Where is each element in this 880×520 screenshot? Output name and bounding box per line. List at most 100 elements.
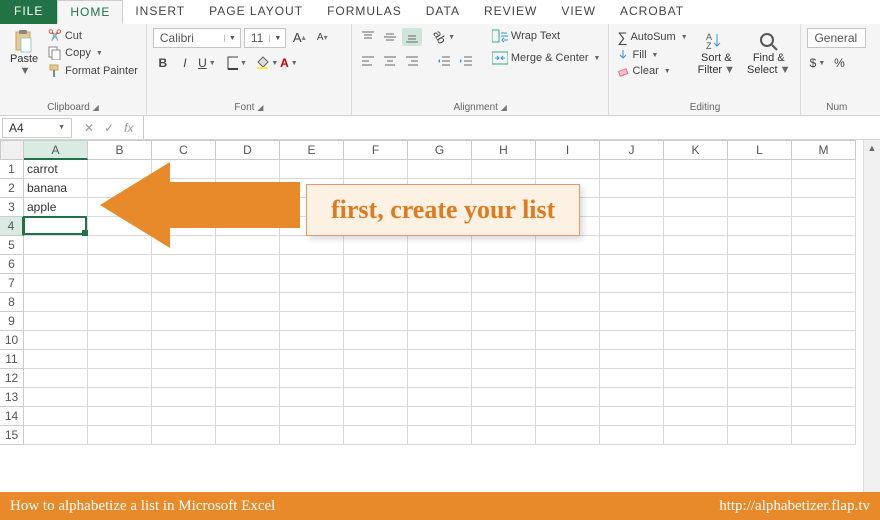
cell-H7[interactable] bbox=[472, 274, 536, 293]
cell-L14[interactable] bbox=[728, 407, 792, 426]
cell-B13[interactable] bbox=[88, 388, 152, 407]
cell-E10[interactable] bbox=[280, 331, 344, 350]
font-size-select[interactable]: 11▼ bbox=[244, 28, 286, 48]
cell-A3[interactable]: apple bbox=[24, 198, 88, 217]
cell-F13[interactable] bbox=[344, 388, 408, 407]
cell-K13[interactable] bbox=[664, 388, 728, 407]
cell-F14[interactable] bbox=[344, 407, 408, 426]
cell-M1[interactable] bbox=[792, 160, 856, 179]
cell-K8[interactable] bbox=[664, 293, 728, 312]
row-header-9[interactable]: 9 bbox=[0, 312, 24, 331]
fx-icon[interactable]: fx bbox=[124, 121, 133, 135]
currency-button[interactable]: $▼ bbox=[807, 54, 827, 72]
cell-A12[interactable] bbox=[24, 369, 88, 388]
cell-B9[interactable] bbox=[88, 312, 152, 331]
column-header-C[interactable]: C bbox=[152, 140, 216, 160]
cell-A15[interactable] bbox=[24, 426, 88, 445]
cell-H9[interactable] bbox=[472, 312, 536, 331]
cell-L1[interactable] bbox=[728, 160, 792, 179]
row-header-13[interactable]: 13 bbox=[0, 388, 24, 407]
font-name-select[interactable]: Calibri▼ bbox=[153, 28, 241, 48]
cell-H10[interactable] bbox=[472, 331, 536, 350]
cell-J2[interactable] bbox=[600, 179, 664, 198]
cell-J10[interactable] bbox=[600, 331, 664, 350]
cell-D10[interactable] bbox=[216, 331, 280, 350]
cell-K15[interactable] bbox=[664, 426, 728, 445]
decrease-indent-button[interactable] bbox=[434, 52, 454, 70]
cell-F7[interactable] bbox=[344, 274, 408, 293]
cell-I15[interactable] bbox=[536, 426, 600, 445]
grow-font-button[interactable]: A▴ bbox=[289, 28, 309, 46]
orientation-button[interactable]: ab▼ bbox=[434, 28, 454, 46]
cell-A13[interactable] bbox=[24, 388, 88, 407]
cell-M2[interactable] bbox=[792, 179, 856, 198]
select-all-corner[interactable] bbox=[0, 140, 24, 160]
cell-C11[interactable] bbox=[152, 350, 216, 369]
cell-J6[interactable] bbox=[600, 255, 664, 274]
cell-J4[interactable] bbox=[600, 217, 664, 236]
sort-filter-button[interactable]: AZ Sort & Filter▼ bbox=[694, 28, 739, 78]
cell-J11[interactable] bbox=[600, 350, 664, 369]
cell-I12[interactable] bbox=[536, 369, 600, 388]
cell-C7[interactable] bbox=[152, 274, 216, 293]
cell-H13[interactable] bbox=[472, 388, 536, 407]
cell-G15[interactable] bbox=[408, 426, 472, 445]
font-color-button[interactable]: A▼ bbox=[279, 54, 299, 72]
column-header-A[interactable]: A bbox=[24, 140, 88, 160]
cell-K14[interactable] bbox=[664, 407, 728, 426]
cell-A14[interactable] bbox=[24, 407, 88, 426]
cell-J7[interactable] bbox=[600, 274, 664, 293]
cell-L8[interactable] bbox=[728, 293, 792, 312]
shrink-font-button[interactable]: A▾ bbox=[312, 28, 332, 46]
cell-J3[interactable] bbox=[600, 198, 664, 217]
cell-M7[interactable] bbox=[792, 274, 856, 293]
cell-D9[interactable] bbox=[216, 312, 280, 331]
cell-G13[interactable] bbox=[408, 388, 472, 407]
cell-J12[interactable] bbox=[600, 369, 664, 388]
number-format-select[interactable]: General bbox=[807, 28, 866, 48]
cell-D7[interactable] bbox=[216, 274, 280, 293]
cell-H1[interactable] bbox=[472, 160, 536, 179]
row-header-5[interactable]: 5 bbox=[0, 236, 24, 255]
tab-file[interactable]: FILE bbox=[0, 0, 57, 24]
paste-button[interactable]: Paste ▼ bbox=[6, 28, 42, 79]
cell-E9[interactable] bbox=[280, 312, 344, 331]
cell-M8[interactable] bbox=[792, 293, 856, 312]
tab-review[interactable]: REVIEW bbox=[472, 0, 549, 24]
cell-M15[interactable] bbox=[792, 426, 856, 445]
row-header-15[interactable]: 15 bbox=[0, 426, 24, 445]
cell-J14[interactable] bbox=[600, 407, 664, 426]
align-left-button[interactable] bbox=[358, 52, 378, 70]
cell-L9[interactable] bbox=[728, 312, 792, 331]
row-header-10[interactable]: 10 bbox=[0, 331, 24, 350]
cut-button[interactable]: ✂️Cut bbox=[46, 28, 140, 43]
column-header-G[interactable]: G bbox=[408, 140, 472, 160]
row-header-2[interactable]: 2 bbox=[0, 179, 24, 198]
cell-C10[interactable] bbox=[152, 331, 216, 350]
cell-A11[interactable] bbox=[24, 350, 88, 369]
cell-M5[interactable] bbox=[792, 236, 856, 255]
cell-F11[interactable] bbox=[344, 350, 408, 369]
cell-J1[interactable] bbox=[600, 160, 664, 179]
cell-I1[interactable] bbox=[536, 160, 600, 179]
cell-L6[interactable] bbox=[728, 255, 792, 274]
autosum-button[interactable]: ∑AutoSum▼ bbox=[615, 28, 689, 46]
cell-F10[interactable] bbox=[344, 331, 408, 350]
cell-F9[interactable] bbox=[344, 312, 408, 331]
column-header-K[interactable]: K bbox=[664, 140, 728, 160]
cell-E8[interactable] bbox=[280, 293, 344, 312]
tab-acrobat[interactable]: ACROBAT bbox=[608, 0, 696, 24]
align-middle-button[interactable] bbox=[380, 28, 400, 46]
cell-M13[interactable] bbox=[792, 388, 856, 407]
row-header-12[interactable]: 12 bbox=[0, 369, 24, 388]
cell-H14[interactable] bbox=[472, 407, 536, 426]
cell-B11[interactable] bbox=[88, 350, 152, 369]
cell-E15[interactable] bbox=[280, 426, 344, 445]
cell-E11[interactable] bbox=[280, 350, 344, 369]
row-header-11[interactable]: 11 bbox=[0, 350, 24, 369]
cell-F5[interactable] bbox=[344, 236, 408, 255]
cell-B15[interactable] bbox=[88, 426, 152, 445]
cell-B7[interactable] bbox=[88, 274, 152, 293]
cell-I13[interactable] bbox=[536, 388, 600, 407]
cell-H8[interactable] bbox=[472, 293, 536, 312]
